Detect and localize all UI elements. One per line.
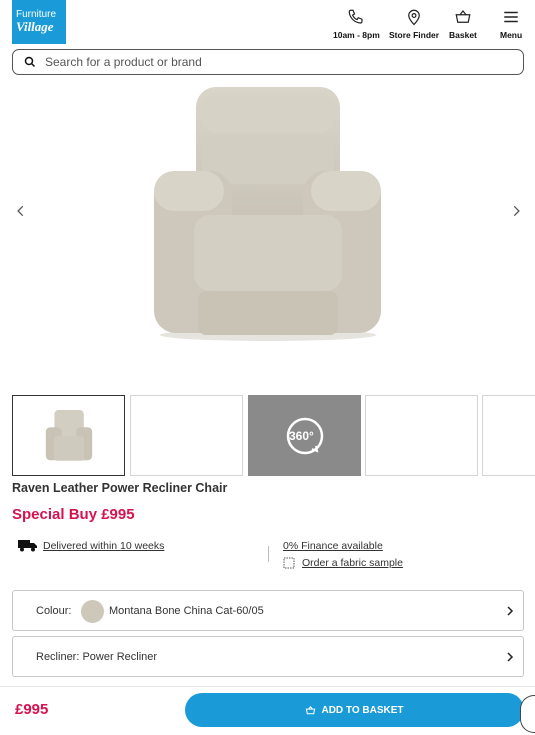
thumbnail-1[interactable] [12, 395, 125, 476]
opening-hours-link[interactable]: 10am - 8pm [333, 8, 380, 40]
basket-icon [306, 705, 316, 714]
thumbnail-2[interactable] [130, 395, 243, 476]
recliner-option-text: Recliner: Power Recliner [36, 651, 158, 663]
phone-icon [349, 9, 363, 24]
menu-label: Menu [500, 30, 523, 40]
chat-tab[interactable] [520, 695, 535, 733]
brand-logo[interactable]: Furniture Village [12, 0, 66, 44]
search-icon [24, 56, 36, 68]
carousel-next-button[interactable] [509, 204, 523, 218]
delivery-truck-icon [18, 540, 37, 552]
basket-icon [455, 10, 471, 23]
basket-label: Basket [449, 30, 477, 40]
thumbnail-5[interactable] [482, 395, 535, 476]
recliner-selector[interactable]: Recliner: Power Recliner [12, 636, 524, 677]
carousel-prev-button[interactable] [14, 204, 28, 218]
special-buy-price: Special Buy £995 [12, 506, 135, 523]
360-label: 360° [289, 429, 314, 443]
add-to-basket-label: ADD TO BASKET [321, 704, 404, 716]
add-to-basket-button[interactable]: ADD TO BASKET [185, 693, 524, 727]
product-main-image [154, 87, 381, 341]
delivery-link[interactable]: Delivered within 10 weeks [43, 540, 164, 552]
thumbnail-chair-image [45, 410, 93, 461]
info-divider [268, 546, 269, 562]
chevron-right-icon [507, 605, 514, 616]
product-title: Raven Leather Power Recliner Chair [12, 481, 228, 495]
colour-swatch [81, 600, 104, 623]
store-finder-label: Store Finder [389, 30, 440, 40]
thumbnail-4[interactable] [365, 395, 478, 476]
colour-selector[interactable]: Colour: Montana Bone China Cat-60/05 [12, 590, 524, 631]
logo-line-2: Village [16, 19, 54, 34]
product-image-carousel[interactable] [0, 78, 535, 378]
finance-link[interactable]: 0% Finance available [283, 540, 383, 552]
opening-hours-label: 10am - 8pm [333, 30, 380, 40]
chevron-right-icon [507, 651, 514, 662]
location-pin-icon [408, 9, 420, 26]
chevron-left-icon [17, 205, 24, 217]
search-input[interactable] [45, 55, 485, 69]
sticky-add-to-basket-bar: £995 ADD TO BASKET [0, 686, 535, 735]
site-header: Furniture Village 10am - 8pm Store Finde… [0, 0, 535, 46]
hamburger-menu-icon [504, 11, 518, 23]
menu-button[interactable]: Menu [500, 8, 522, 40]
store-finder-link[interactable]: Store Finder [389, 8, 439, 40]
colour-label: Colour: [36, 605, 72, 617]
basket-link[interactable]: Basket [449, 8, 477, 40]
colour-value: Montana Bone China Cat-60/05 [109, 605, 264, 617]
chevron-right-icon [513, 205, 520, 217]
sticky-price: £995 [15, 701, 49, 718]
fabric-sample-link[interactable]: Order a fabric sample [302, 557, 403, 569]
search-bar[interactable] [12, 49, 524, 75]
fabric-sample-icon [283, 557, 295, 569]
thumbnail-360[interactable]: 360° [248, 395, 361, 476]
thumbnail-strip: 360° [12, 395, 535, 477]
